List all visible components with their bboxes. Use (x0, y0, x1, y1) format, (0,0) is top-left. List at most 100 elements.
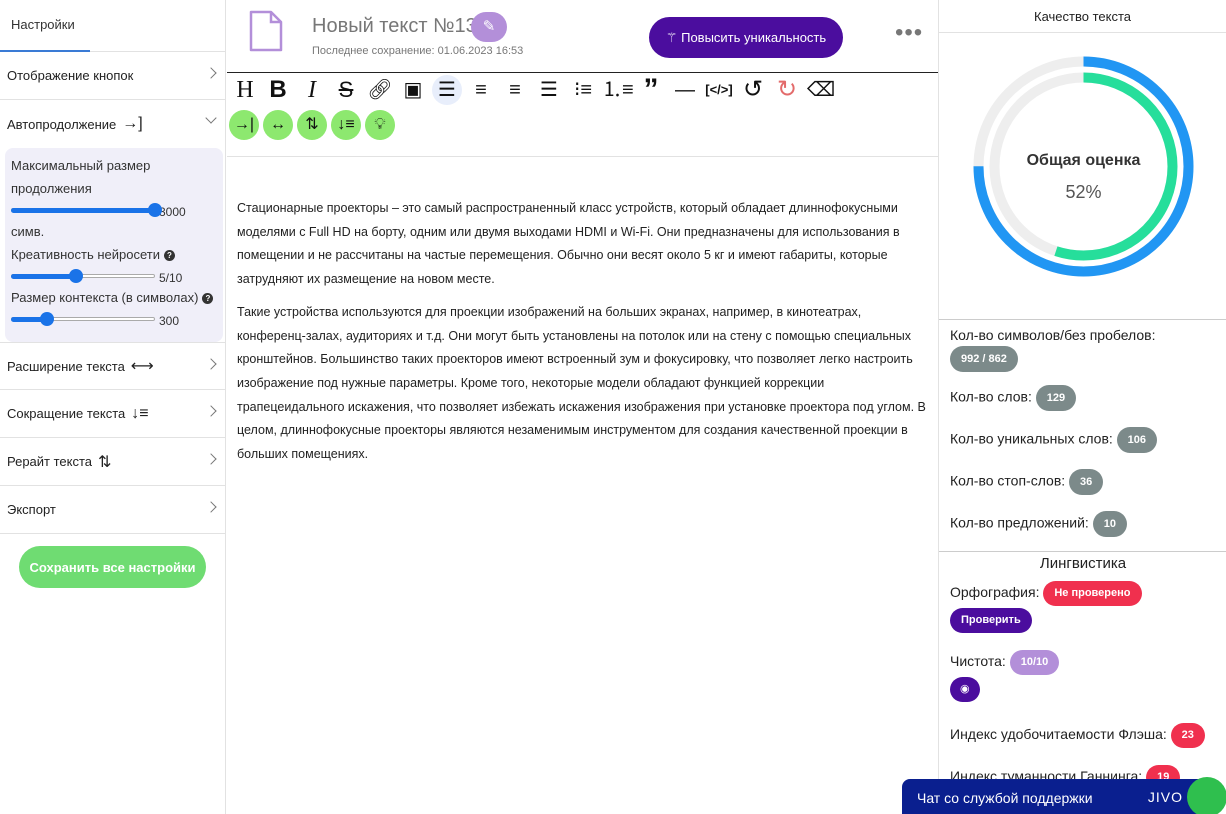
strikethrough-icon[interactable]: S (331, 75, 361, 105)
stat-badge: 36 (1069, 469, 1104, 495)
edit-title-button[interactable]: ✎ (471, 12, 507, 42)
rewrite-text-icon[interactable]: ⇅ (297, 110, 327, 140)
gauge-title: Общая оценка (1026, 152, 1141, 169)
sidebar-item-buttons-display[interactable]: Отображение кнопок (0, 52, 225, 100)
flesch-label: Индекс удобочитаемости Флэша: (950, 726, 1167, 743)
linguistics-section: Лингвистика Орфография: Не проверено Про… (939, 551, 1226, 790)
overall-score-gauge: Общая оценка 52% (972, 55, 1195, 278)
context-slider[interactable] (11, 309, 155, 329)
eye-icon[interactable]: ◉ (950, 677, 980, 702)
chevron-down-icon (205, 112, 217, 124)
slider-thumb[interactable] (40, 312, 54, 326)
align-left-icon[interactable]: ☰ (432, 75, 462, 105)
slider-thumb[interactable] (148, 203, 162, 217)
stat-unique-words: Кол-во уникальных слов: 106 (950, 427, 1158, 453)
support-chat-widget[interactable]: Чат со службой поддержки JIVO (902, 777, 1226, 814)
editor: Новый текст №13 ✎ Последнее сохранение: … (227, 0, 938, 814)
sidebar-item-label: Автопродолжение (7, 116, 117, 132)
quality-panel: Качество текста Общая оценка 52% Кол-во … (938, 0, 1226, 814)
spelling-row: Орфография: Не проверено (950, 581, 1142, 606)
sidebar-item-rewrite[interactable]: Рерайт текста ⇅ (0, 438, 225, 486)
chevron-right-icon (205, 358, 217, 370)
last-saved-text: Последнее сохранение: 01.06.2023 16:53 (312, 45, 524, 57)
autocontinue-icon[interactable]: →| (229, 110, 259, 140)
sidebar-item-export[interactable]: Экспорт (0, 486, 225, 534)
stat-label: Кол-во стоп-слов: (950, 472, 1066, 489)
undo-icon[interactable]: ↺ (738, 75, 768, 105)
increase-uniqueness-button[interactable]: ⚚ Повысить уникальность (649, 17, 843, 58)
align-right-icon[interactable]: ≡ (500, 75, 530, 105)
sidebar-item-autocontinue[interactable]: Автопродолжение →] (0, 100, 225, 148)
bold-icon[interactable]: B (263, 75, 293, 105)
sidebar-item-expand[interactable]: Расширение текста ⟷ (0, 342, 225, 390)
sidebar-item-shorten[interactable]: Сокращение текста ↓≡ (0, 390, 225, 438)
slider-thumb[interactable] (68, 269, 83, 283)
spelling-status-badge: Не проверено (1043, 581, 1142, 606)
editor-content[interactable]: Стационарные проекторы – это самый распр… (237, 197, 927, 476)
autocontinue-panel: Максимальный размер продолжения 3000 сим… (5, 148, 223, 342)
creativity-slider[interactable] (11, 266, 155, 286)
chevron-right-icon (205, 453, 217, 465)
document-icon (249, 10, 283, 52)
redo-icon[interactable]: ↻ (772, 75, 802, 105)
purity-row: Чистота: 10/10 (950, 650, 1060, 675)
flesch-badge: 23 (1170, 723, 1205, 748)
settings-sidebar: Настройки Отображение кнопок Автопродолж… (0, 0, 226, 814)
spelling-label: Орфография: (950, 584, 1040, 601)
quote-icon[interactable]: ” (636, 75, 666, 105)
link-icon[interactable]: 🔗︎ (365, 75, 395, 105)
linguistics-header: Лингвистика (1039, 555, 1127, 572)
context-label: Размер контекста (в символах) (11, 290, 199, 305)
save-all-settings-button[interactable]: Сохранить все настройки (19, 546, 206, 588)
eraser-icon[interactable]: ⌫ (806, 75, 836, 105)
jivo-logo: JIVO (1147, 789, 1183, 805)
document-title: Новый текст №13 (312, 15, 477, 37)
slider-fill (11, 274, 76, 279)
help-icon[interactable]: ? (202, 293, 214, 304)
pencil-icon: ✎ (482, 18, 496, 35)
flesch-row: Индекс удобочитаемости Флэша: 23 (950, 723, 1205, 748)
stat-label: Кол-во предложений: (950, 514, 1089, 531)
gauge-value: 52% (1065, 182, 1102, 202)
stat-badge: 10 (1092, 511, 1127, 537)
help-icon[interactable]: ? (164, 250, 175, 261)
creativity-value: 5/10 (159, 271, 183, 285)
expand-text-icon[interactable]: ↔ (263, 110, 293, 140)
text-stats: Кол-во символов/без пробелов: 992 / 862 … (939, 319, 1226, 537)
chevron-right-icon (205, 501, 217, 513)
context-value: 300 (159, 314, 180, 328)
lightbulb-icon[interactable]: 💡︎ (365, 110, 395, 140)
max-size-unit: симв. (11, 224, 45, 239)
shorten-icon: ↓≡ (131, 404, 149, 422)
check-spelling-button[interactable]: Проверить (950, 608, 1032, 633)
numbered-list-icon[interactable]: ⒈≡ (602, 75, 634, 105)
code-block-icon[interactable]: [</>] (704, 75, 734, 105)
purity-badge: 10/10 (1009, 650, 1060, 675)
slider-fill (11, 208, 155, 213)
tab-settings[interactable]: Настройки (0, 0, 90, 52)
sidebar-item-label: Отображение кнопок (7, 68, 134, 83)
stat-stop-words: Кол-во стоп-слов: 36 (950, 469, 1104, 495)
stat-label: Кол-во символов/без пробелов: (950, 327, 1156, 343)
stat-badge: 106 (1116, 427, 1158, 453)
chevron-right-icon (205, 405, 217, 417)
shorten-text-icon[interactable]: ↓≡ (331, 110, 361, 140)
align-justify-icon[interactable]: ☰ (534, 75, 564, 105)
horizontal-rule-icon[interactable]: — (670, 75, 700, 105)
heading-icon[interactable]: H (230, 75, 260, 105)
italic-icon[interactable]: I (297, 75, 327, 105)
align-center-icon[interactable]: ≡ (466, 75, 496, 105)
sidebar-item-label: Рерайт текста (7, 454, 93, 469)
expand-arrows-icon: ⟷ (130, 358, 154, 375)
stat-label: Кол-во уникальных слов: (950, 430, 1113, 447)
chat-label: Чат со службой поддержки (917, 790, 1093, 806)
bulleted-list-icon[interactable]: ⁝≡ (568, 75, 598, 105)
editor-toolbar: H B I S 🔗︎ ▣ ☰ ≡ ≡ ☰ ⁝≡ ⒈≡ ” — [</>] ↺ ↻… (227, 72, 938, 157)
stat-sentences: Кол-во предложений: 10 (950, 511, 1127, 537)
more-options-icon[interactable]: ••• (895, 21, 923, 45)
sidebar-tabbar: Настройки (0, 0, 225, 52)
creativity-label: Креативность нейросети (11, 247, 160, 262)
max-size-label: Максимальный размер продолжения (11, 158, 151, 196)
max-size-slider[interactable] (11, 200, 162, 220)
image-icon[interactable]: ▣ (398, 75, 428, 105)
